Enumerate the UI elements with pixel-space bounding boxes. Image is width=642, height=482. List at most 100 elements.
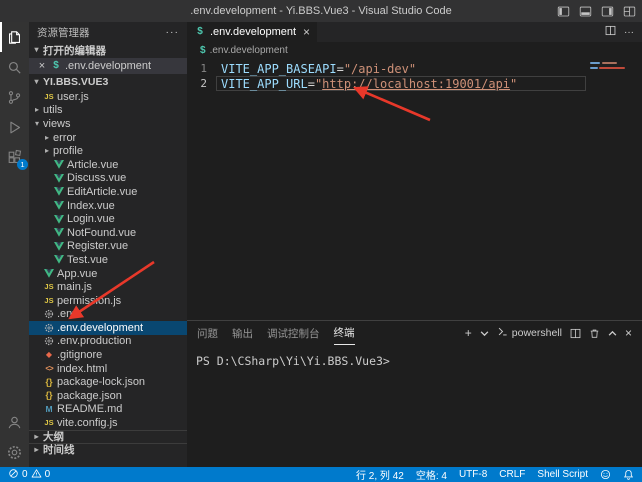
tree-item[interactable]: Article.vue bbox=[29, 158, 187, 172]
minimap-line-mark bbox=[599, 67, 625, 69]
explorer-button[interactable] bbox=[0, 22, 29, 52]
maximize-panel-icon[interactable] bbox=[608, 329, 617, 338]
tree-item[interactable]: JSpermission.js bbox=[29, 294, 187, 308]
split-terminal-icon[interactable] bbox=[570, 328, 581, 339]
toggle-sidebar-icon[interactable] bbox=[557, 5, 570, 18]
project-root-label: YI.BBS.VUE3 bbox=[43, 76, 108, 88]
html-icon: <> bbox=[43, 365, 55, 373]
timeline-label: 时间线 bbox=[43, 442, 75, 457]
customize-layout-icon[interactable] bbox=[623, 5, 636, 18]
breadcrumb[interactable]: $ .env.development bbox=[187, 42, 642, 58]
gear-icon bbox=[43, 323, 55, 333]
project-root-header[interactable]: ▾ YI.BBS.VUE3 bbox=[29, 74, 187, 90]
close-tab-icon[interactable]: × bbox=[303, 25, 310, 39]
tree-item[interactable]: ▸profile bbox=[29, 144, 187, 158]
indentation[interactable]: 空格: 4 bbox=[416, 467, 447, 482]
code-area[interactable]: 1VITE_APP_BASEAPI="/api-dev"2VITE_APP_UR… bbox=[187, 58, 642, 91]
tree-item[interactable]: {}package.json bbox=[29, 389, 187, 403]
panel-tab[interactable]: 问题 bbox=[197, 321, 218, 345]
tree-item[interactable]: MREADME.md bbox=[29, 403, 187, 417]
tree-item[interactable]: <>index.html bbox=[29, 362, 187, 376]
tree-item[interactable]: ▸utils bbox=[29, 104, 187, 118]
source-control-button[interactable] bbox=[0, 82, 29, 112]
tree-item[interactable]: ◆.gitignore bbox=[29, 348, 187, 362]
search-button[interactable] bbox=[0, 52, 29, 82]
settings-gear-icon bbox=[6, 444, 23, 461]
terminal-profile-dropdown[interactable]: powershell bbox=[497, 326, 562, 340]
tree-item[interactable]: ▸error bbox=[29, 131, 187, 145]
explorer-sidebar: 资源管理器 ··· ▾ 打开的编辑器 ×$.env.development ▾ … bbox=[29, 22, 187, 467]
panel-tab[interactable]: 终端 bbox=[334, 321, 355, 345]
tree-item[interactable]: Register.vue bbox=[29, 240, 187, 254]
tree-item[interactable]: .env bbox=[29, 308, 187, 322]
vscode-window: .env.development - Yi.BBS.Vue3 - Visual … bbox=[0, 0, 642, 482]
tree-item[interactable]: App.vue bbox=[29, 267, 187, 281]
notifications-bell-icon[interactable] bbox=[623, 469, 634, 480]
tree-item[interactable]: Discuss.vue bbox=[29, 172, 187, 186]
tree-item[interactable]: Test.vue bbox=[29, 253, 187, 267]
tree-item[interactable]: ▾views bbox=[29, 117, 187, 131]
panel-tab[interactable]: 输出 bbox=[232, 321, 253, 345]
extensions-badge: 1 bbox=[17, 159, 28, 170]
code-text[interactable]: VITE_APP_URL="http://localhost:19001/api… bbox=[216, 76, 586, 91]
tree-item[interactable]: .env.development bbox=[29, 321, 187, 335]
tree-item-label: .gitignore bbox=[57, 349, 102, 361]
split-editor-icon[interactable] bbox=[605, 25, 616, 39]
terminal-profile-label: powershell bbox=[512, 327, 562, 339]
kill-terminal-icon[interactable] bbox=[589, 328, 600, 339]
sidebar-title-row: 资源管理器 ··· bbox=[29, 22, 187, 42]
tree-item[interactable]: NotFound.vue bbox=[29, 226, 187, 240]
toggle-secondary-sidebar-icon[interactable] bbox=[601, 5, 614, 18]
tree-item[interactable]: Index.vue bbox=[29, 199, 187, 213]
cursor-position[interactable]: 行 2, 列 42 bbox=[356, 467, 404, 482]
open-editors-header[interactable]: ▾ 打开的编辑器 bbox=[29, 42, 187, 58]
encoding[interactable]: UTF-8 bbox=[459, 469, 487, 480]
extensions-button[interactable]: 1 bbox=[0, 142, 29, 172]
outline-header[interactable]: ▸ 大纲 bbox=[29, 430, 187, 443]
minimap[interactable] bbox=[588, 58, 642, 178]
code-text[interactable]: VITE_APP_BASEAPI="/api-dev" bbox=[216, 61, 586, 76]
open-editor-item[interactable]: ×$.env.development bbox=[29, 58, 187, 74]
tree-item[interactable]: {}package-lock.json bbox=[29, 375, 187, 389]
tree-item-label: package.json bbox=[57, 390, 122, 402]
toggle-panel-icon[interactable] bbox=[579, 5, 592, 18]
close-editor-icon[interactable]: × bbox=[37, 60, 47, 72]
chevron-down-icon: ▾ bbox=[32, 46, 41, 54]
problems-indicator[interactable]: 0 0 bbox=[8, 468, 50, 482]
tree-item-label: permission.js bbox=[57, 295, 121, 307]
tab-env-development[interactable]: $ .env.development × bbox=[187, 22, 317, 42]
new-terminal-icon[interactable]: + bbox=[465, 326, 472, 340]
run-debug-button[interactable] bbox=[0, 112, 29, 142]
language-mode[interactable]: Shell Script bbox=[537, 469, 588, 480]
chevron-right-icon: ▸ bbox=[43, 147, 51, 155]
terminal-output[interactable]: PS D:\CSharp\Yi\Yi.BBS.Vue3> bbox=[187, 345, 642, 368]
terminal-icon bbox=[497, 326, 508, 340]
code-token: = bbox=[308, 77, 315, 91]
eol-sequence[interactable]: CRLF bbox=[499, 469, 525, 480]
timeline-header[interactable]: ▸ 时间线 bbox=[29, 443, 187, 456]
account-button[interactable] bbox=[0, 407, 29, 437]
sidebar-title: 资源管理器 bbox=[37, 25, 90, 40]
tree-item[interactable]: Login.vue bbox=[29, 212, 187, 226]
more-actions-icon[interactable]: ··· bbox=[166, 26, 180, 38]
settings-gear-button[interactable] bbox=[0, 437, 29, 467]
chevron-down-icon[interactable] bbox=[480, 329, 489, 338]
activity-bar-bottom bbox=[0, 407, 29, 467]
tree-item[interactable]: .env.production bbox=[29, 335, 187, 349]
tree-item[interactable]: JSmain.js bbox=[29, 280, 187, 294]
vue-icon bbox=[53, 255, 65, 264]
tree-item-label: Login.vue bbox=[67, 213, 115, 225]
tree-item[interactable]: JSvite.config.js bbox=[29, 416, 187, 430]
url-link[interactable]: http://localhost:19001/api bbox=[322, 77, 510, 91]
tree-item-label: .env.production bbox=[57, 335, 131, 347]
activity-bar-top: 1 bbox=[0, 22, 29, 172]
feedback-smiley-icon[interactable] bbox=[600, 469, 611, 480]
breadcrumb-file[interactable]: .env.development bbox=[210, 45, 288, 56]
tree-item[interactable]: JSuser.js bbox=[29, 90, 187, 104]
panel-tab[interactable]: 调试控制台 bbox=[267, 321, 320, 345]
tree-item[interactable]: EditArticle.vue bbox=[29, 185, 187, 199]
close-panel-icon[interactable]: × bbox=[625, 326, 632, 340]
more-actions-icon[interactable]: ··· bbox=[624, 27, 634, 38]
editor-actions: ··· bbox=[605, 22, 642, 42]
tree-item-label: Article.vue bbox=[67, 159, 118, 171]
